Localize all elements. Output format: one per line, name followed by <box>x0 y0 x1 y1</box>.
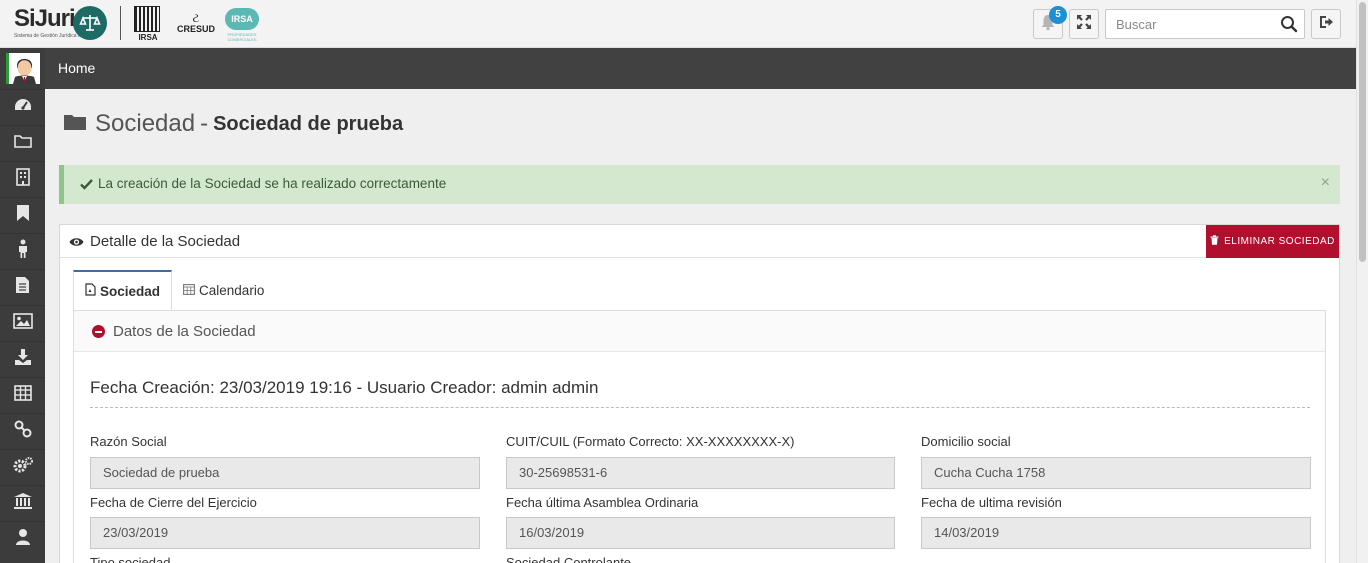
check-icon <box>80 177 93 195</box>
sijuri-logo[interactable]: SiJuri Sistema de Gestión Jurídica Integ… <box>14 5 107 42</box>
cuit-label: CUIT/CUIL (Formato Correcto: XX-XXXXXXXX… <box>506 434 795 449</box>
creation-info: Fecha Creación: 23/03/2019 19:16 - Usuar… <box>90 378 599 397</box>
eye-icon <box>69 235 84 253</box>
building-icon <box>15 168 31 191</box>
page-title-main: Sociedad <box>95 110 196 137</box>
tab-sociedad[interactable]: Sociedad <box>73 270 173 311</box>
sidebar-item-document[interactable] <box>0 269 45 305</box>
download-icon <box>14 348 32 371</box>
notifications-badge: 5 <box>1049 6 1067 24</box>
fullscreen-button[interactable] <box>1069 9 1099 39</box>
sidebar-item-person[interactable] <box>0 233 45 269</box>
title-separator: - <box>200 110 209 137</box>
calendar-icon <box>183 283 195 298</box>
expand-icon <box>1076 14 1092 35</box>
sidebar-item-bookmark[interactable] <box>0 197 45 233</box>
folder-icon <box>63 112 87 137</box>
breadcrumb-home[interactable]: Home <box>58 60 95 76</box>
logout-button[interactable] <box>1311 9 1341 39</box>
institution-icon <box>13 492 33 515</box>
section-header[interactable]: Datos de la Sociedad <box>74 311 1325 352</box>
panel-header: Detalle de la Sociedad ELIMINAR SOCIEDAD <box>60 225 1339 258</box>
bookmark-icon <box>16 204 30 227</box>
logo-text: SiJuri <box>14 5 76 32</box>
collapse-icon[interactable] <box>92 325 105 338</box>
close-icon[interactable]: × <box>1321 174 1330 192</box>
tab-label: Sociedad <box>100 283 161 299</box>
sidebar-item-image[interactable] <box>0 305 45 341</box>
asamblea-label: Fecha última Asamblea Ordinaria <box>506 495 699 510</box>
logo-divider <box>120 6 121 40</box>
divider <box>90 407 1310 408</box>
document-icon <box>15 276 30 299</box>
revision-label: Fecha de ultima revisión <box>921 495 1062 510</box>
panel-title: Detalle de la Sociedad <box>90 233 241 250</box>
delete-company-button[interactable]: ELIMINAR SOCIEDAD <box>1206 225 1339 258</box>
search-box <box>1105 9 1305 39</box>
tabs: Sociedad Calendario <box>73 270 275 311</box>
cierre-label: Fecha de Cierre del Ejercicio <box>90 495 257 510</box>
razon-social-label: Razón Social <box>90 434 167 449</box>
section-title: Datos de la Sociedad <box>113 323 256 340</box>
company-data-section: Datos de la Sociedad Fecha Creación: 23/… <box>73 310 1326 563</box>
image-icon <box>12 313 33 334</box>
scrollbar-thumb[interactable] <box>1359 2 1366 262</box>
delete-button-label: ELIMINAR SOCIEDAD <box>1224 236 1335 247</box>
tab-label: Calendario <box>199 283 265 298</box>
person-icon <box>17 239 29 264</box>
razon-social-field[interactable]: Sociedad de prueba <box>90 457 480 489</box>
sidebar-item-folder[interactable] <box>0 125 45 161</box>
tab-calendario[interactable]: Calendario <box>172 270 275 311</box>
irsa-pc-logo: IRSA PROPIEDADES COMERCIALES <box>224 8 260 42</box>
sign-out-icon <box>1318 14 1334 35</box>
search-input[interactable] <box>1106 10 1276 38</box>
tipo-sociedad-label: Tipo sociedad <box>90 555 171 563</box>
sidebar-item-settings[interactable] <box>0 449 45 485</box>
sidebar-item-user[interactable] <box>0 521 45 557</box>
search-icon[interactable] <box>1280 15 1298 38</box>
sidebar-item-download[interactable] <box>0 341 45 377</box>
user-icon <box>15 528 31 551</box>
gears-icon <box>12 456 34 479</box>
domicilio-field[interactable]: Cucha Cucha 1758 <box>921 457 1311 489</box>
alert-message: La creación de la Sociedad se ha realiza… <box>98 176 447 191</box>
table-icon <box>13 385 32 406</box>
sidebar-item-institution[interactable] <box>0 485 45 521</box>
cuit-field[interactable]: 30-25698531-6 <box>506 457 895 489</box>
irsa-logo: IRSA <box>134 6 162 42</box>
dashboard-icon <box>13 97 33 118</box>
detail-panel: Detalle de la Sociedad ELIMINAR SOCIEDAD… <box>59 224 1340 563</box>
cierre-field[interactable]: 23/03/2019 <box>90 517 480 549</box>
file-icon <box>85 283 96 299</box>
cresud-logo: ટ CRESUD <box>176 11 215 34</box>
success-alert: La creación de la Sociedad se ha realiza… <box>59 165 1340 204</box>
asamblea-field[interactable]: 16/03/2019 <box>506 517 895 549</box>
controlante-label: Sociedad Controlante <box>506 555 632 563</box>
page-title-entity: Sociedad de prueba <box>213 112 404 135</box>
sidebar-item-building[interactable] <box>0 161 45 197</box>
top-header: SiJuri Sistema de Gestión Jurídica Integ… <box>0 0 1356 48</box>
breadcrumb: Home <box>45 48 1356 89</box>
link-icon <box>14 420 32 443</box>
sidebar <box>0 48 45 563</box>
scale-icon <box>73 6 107 40</box>
sidebar-item-table[interactable] <box>0 377 45 413</box>
sidebar-item-dashboard[interactable] <box>0 89 45 125</box>
page-title: Sociedad - Sociedad de prueba <box>63 110 403 138</box>
page-scrollbar[interactable] <box>1356 0 1368 563</box>
sidebar-item-link[interactable] <box>0 413 45 449</box>
avatar[interactable] <box>6 53 40 84</box>
trash-icon <box>1210 235 1219 248</box>
domicilio-label: Domicilio social <box>921 434 1011 449</box>
revision-field[interactable]: 14/03/2019 <box>921 517 1311 549</box>
folder-icon <box>13 133 32 154</box>
